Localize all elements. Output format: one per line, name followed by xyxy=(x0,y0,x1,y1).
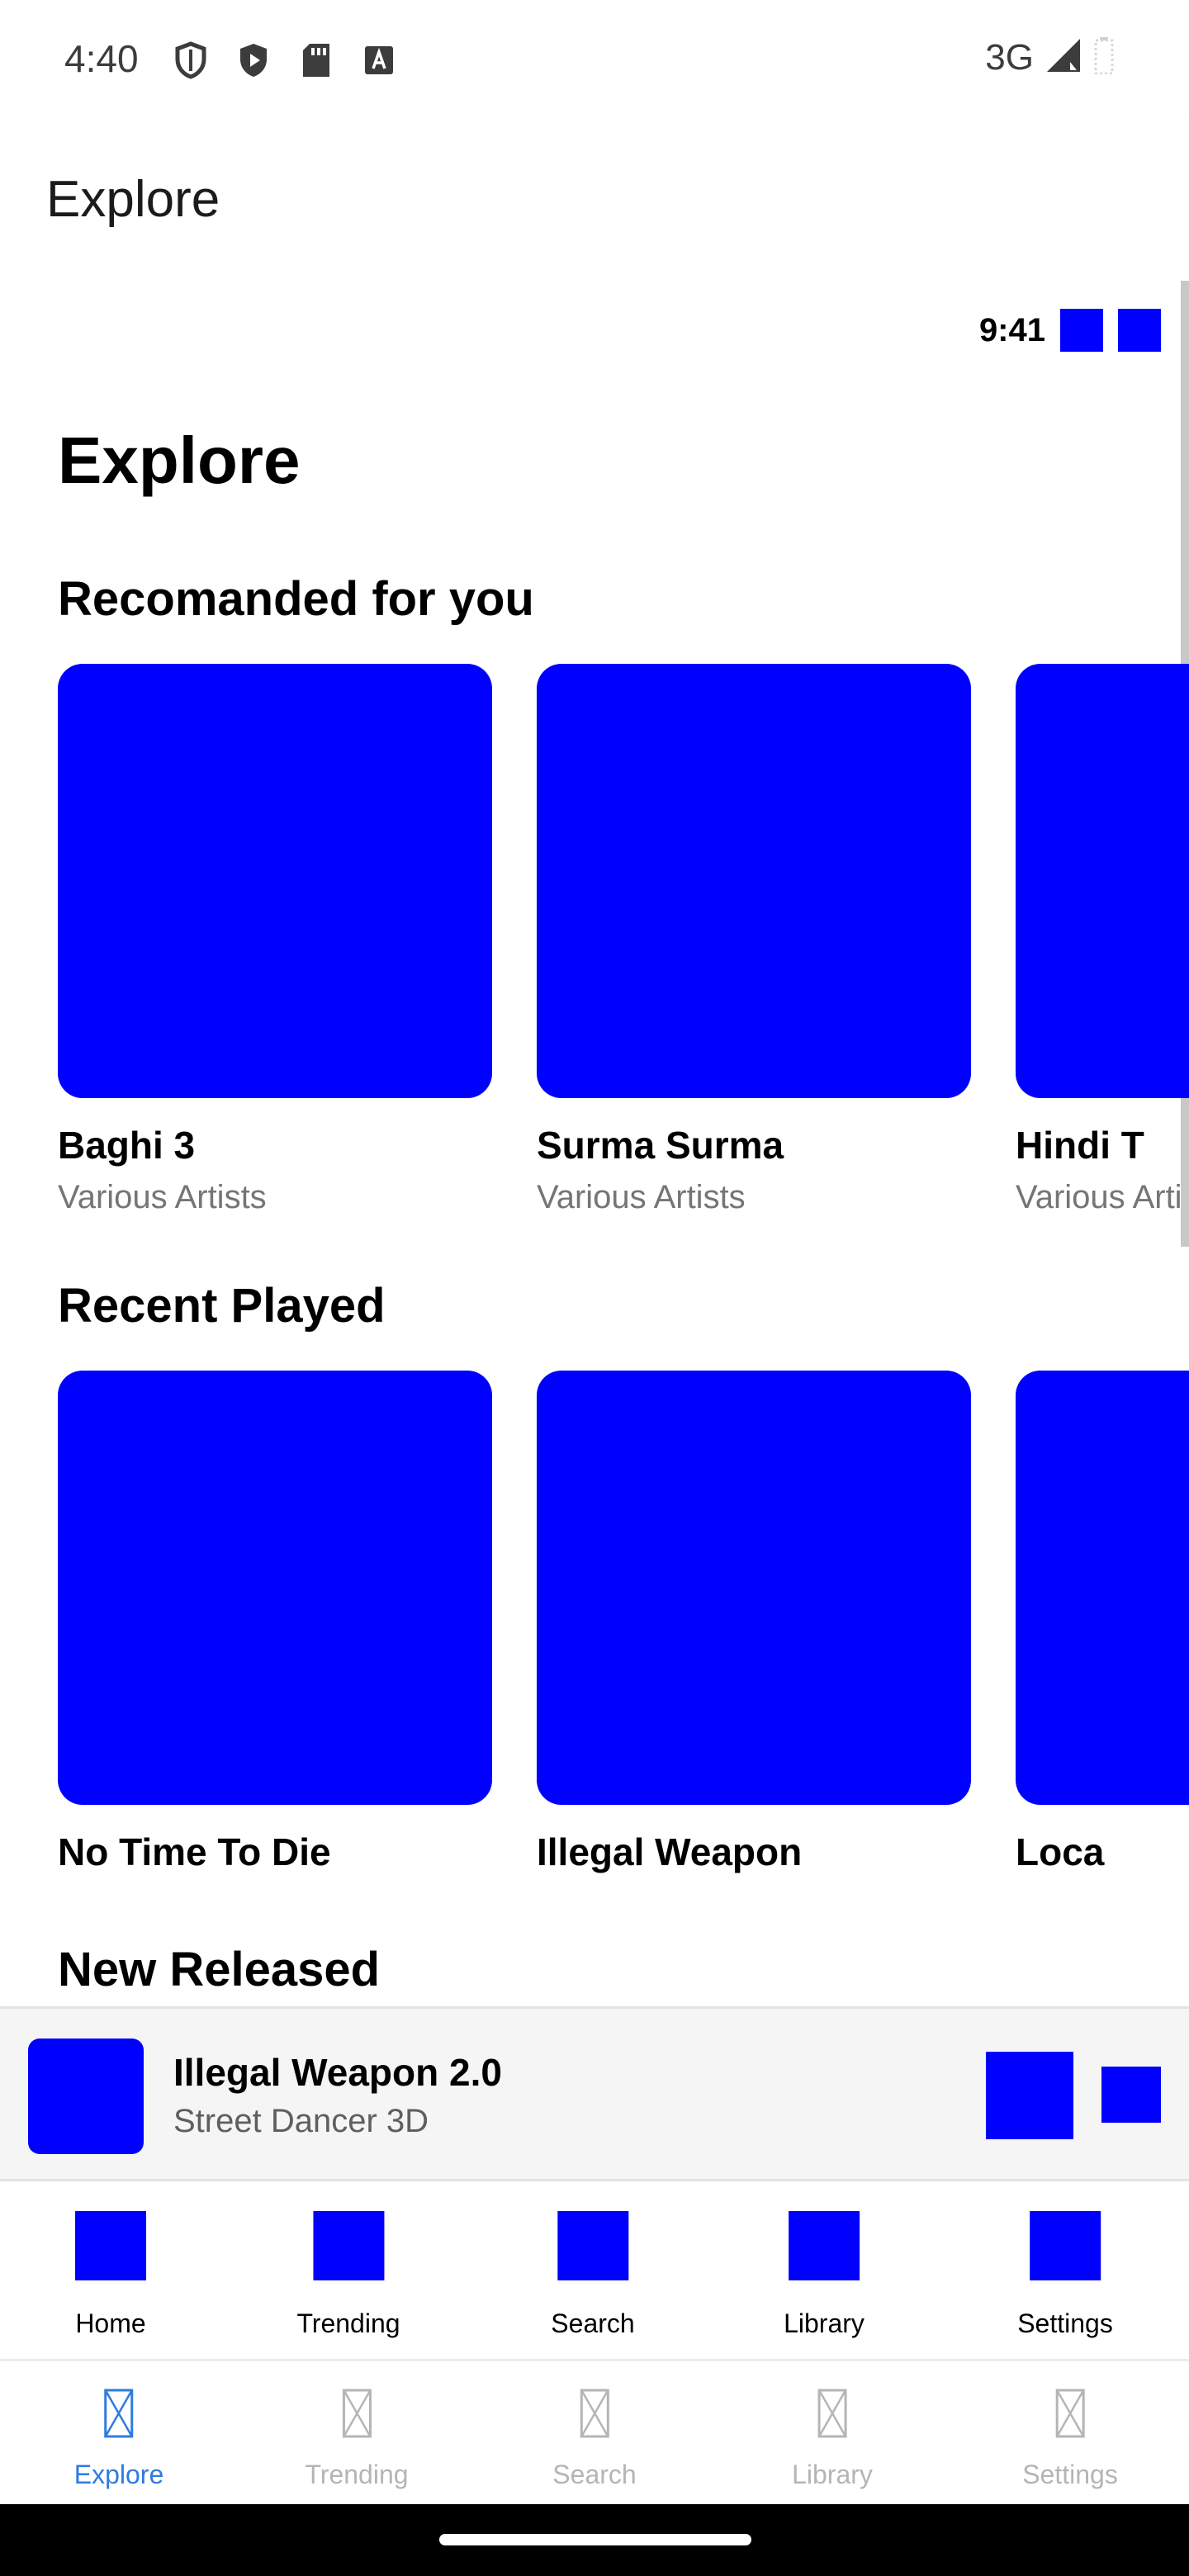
sd-card-icon xyxy=(297,41,335,79)
status-time: 4:40 xyxy=(64,37,139,80)
track-title: Loca xyxy=(1016,1830,1105,1873)
inner-nav-label: Home xyxy=(75,2308,146,2338)
search-icon xyxy=(580,2389,609,2438)
mini-player[interactable]: Illegal Weapon 2.0 Street Dancer 3D xyxy=(0,2006,1189,2181)
inner-nav-label: Search xyxy=(551,2308,635,2338)
battery-icon xyxy=(1093,36,1115,78)
status-right: 3G xyxy=(985,36,1115,78)
bottom-nav: Explore Trending Search Library Settings xyxy=(0,2364,1189,2504)
album-artist: Various Artists xyxy=(58,1179,267,1215)
tab-explore[interactable]: Explore xyxy=(73,2389,164,2490)
album-card[interactable]: Baghi 3 Various Artists xyxy=(58,664,492,1216)
album-card[interactable]: Surma Surma Various Artists xyxy=(537,664,971,1216)
album-title: Surma Surma xyxy=(537,1124,784,1167)
track-card[interactable]: Loca xyxy=(1016,1371,1189,1874)
inner-nav-label: Settings xyxy=(1017,2308,1113,2338)
inner-nav-search[interactable]: Search xyxy=(551,2211,635,2339)
album-cover[interactable] xyxy=(1016,664,1189,1098)
inner-nav-trending[interactable]: Trending xyxy=(296,2211,400,2339)
inner-nav-label: Library xyxy=(784,2308,865,2338)
inner-nav-label: Trending xyxy=(296,2308,400,2338)
inner-status-time: 9:41 xyxy=(978,311,1045,348)
inner-nav-home[interactable]: Home xyxy=(75,2211,146,2339)
shield-play-icon xyxy=(234,41,272,79)
inner-nav-library[interactable]: Library xyxy=(784,2211,865,2339)
album-cover[interactable] xyxy=(58,664,492,1098)
inner-bottom-nav: Home Trending Search Library Settings xyxy=(0,2181,1189,2361)
status-bar: 4:40 3G xyxy=(0,0,1189,119)
content-area[interactable]: 9:41 Explore Recomanded for you Baghi 3 … xyxy=(0,281,1189,2006)
status-icons xyxy=(172,41,398,79)
tab-label: Settings xyxy=(1022,2460,1118,2489)
track-card[interactable]: No Time To Die xyxy=(58,1371,492,1874)
now-playing-title: Illegal Weapon 2.0 xyxy=(173,2051,502,2094)
inner-nav-settings[interactable]: Settings xyxy=(1017,2211,1113,2339)
search-icon xyxy=(557,2211,628,2280)
home-icon xyxy=(75,2211,146,2280)
font-a-icon xyxy=(360,41,398,79)
track-cover[interactable] xyxy=(537,1371,971,1805)
track-title: No Time To Die xyxy=(58,1830,331,1873)
section-title-recent: Recent Played xyxy=(58,1279,386,1333)
album-artist: Various Artists xyxy=(537,1179,746,1215)
home-gesture-handle[interactable] xyxy=(439,2534,751,2545)
library-icon xyxy=(789,2211,860,2280)
recent-carousel[interactable]: No Time To Die Illegal Weapon Loca xyxy=(58,1371,1189,1874)
album-card[interactable]: Hindi T Various Arti xyxy=(1016,664,1189,1216)
tab-label: Explore xyxy=(73,2460,164,2489)
app-bar-title: Explore xyxy=(46,171,220,228)
play-pause-button[interactable] xyxy=(986,2052,1073,2139)
app-bar: Explore xyxy=(0,119,1189,281)
album-cover[interactable] xyxy=(537,664,971,1098)
track-cover[interactable] xyxy=(58,1371,492,1805)
track-card[interactable]: Illegal Weapon xyxy=(537,1371,971,1874)
now-playing-artwork[interactable] xyxy=(28,2039,144,2154)
tab-label: Trending xyxy=(305,2460,409,2489)
explore-icon xyxy=(104,2389,134,2438)
network-type: 3G xyxy=(985,36,1034,78)
now-playing-artist: Street Dancer 3D xyxy=(173,2103,429,2139)
track-title: Illegal Weapon xyxy=(537,1830,803,1873)
library-icon xyxy=(817,2389,847,2438)
settings-icon xyxy=(1055,2389,1085,2438)
track-cover[interactable] xyxy=(1016,1371,1189,1805)
section-title-new-released: New Released xyxy=(58,1943,381,1996)
album-title: Hindi T xyxy=(1016,1124,1144,1167)
section-title-recommended: Recomanded for you xyxy=(58,572,534,626)
signal-icon xyxy=(1045,37,1082,78)
signal-icon xyxy=(1060,309,1103,352)
next-track-button[interactable] xyxy=(1101,2067,1161,2123)
system-nav-bar xyxy=(0,2504,1189,2576)
trending-icon xyxy=(342,2389,372,2438)
tab-label: Library xyxy=(792,2460,873,2489)
inner-status-bar: 9:41 xyxy=(979,309,1161,352)
tab-search[interactable]: Search xyxy=(552,2389,637,2490)
tab-label: Search xyxy=(552,2460,637,2489)
album-artist: Various Arti xyxy=(1016,1179,1182,1215)
trending-icon xyxy=(312,2211,384,2280)
album-title: Baghi 3 xyxy=(58,1124,196,1167)
recommended-carousel[interactable]: Baghi 3 Various Artists Surma Surma Vari… xyxy=(58,664,1189,1216)
page-title: Explore xyxy=(58,424,301,497)
battery-icon xyxy=(1118,309,1161,352)
shield-outline-icon xyxy=(172,41,210,79)
tab-trending[interactable]: Trending xyxy=(305,2389,409,2490)
settings-icon xyxy=(1030,2211,1101,2280)
tab-library[interactable]: Library xyxy=(792,2389,873,2490)
tab-settings[interactable]: Settings xyxy=(1022,2389,1118,2490)
